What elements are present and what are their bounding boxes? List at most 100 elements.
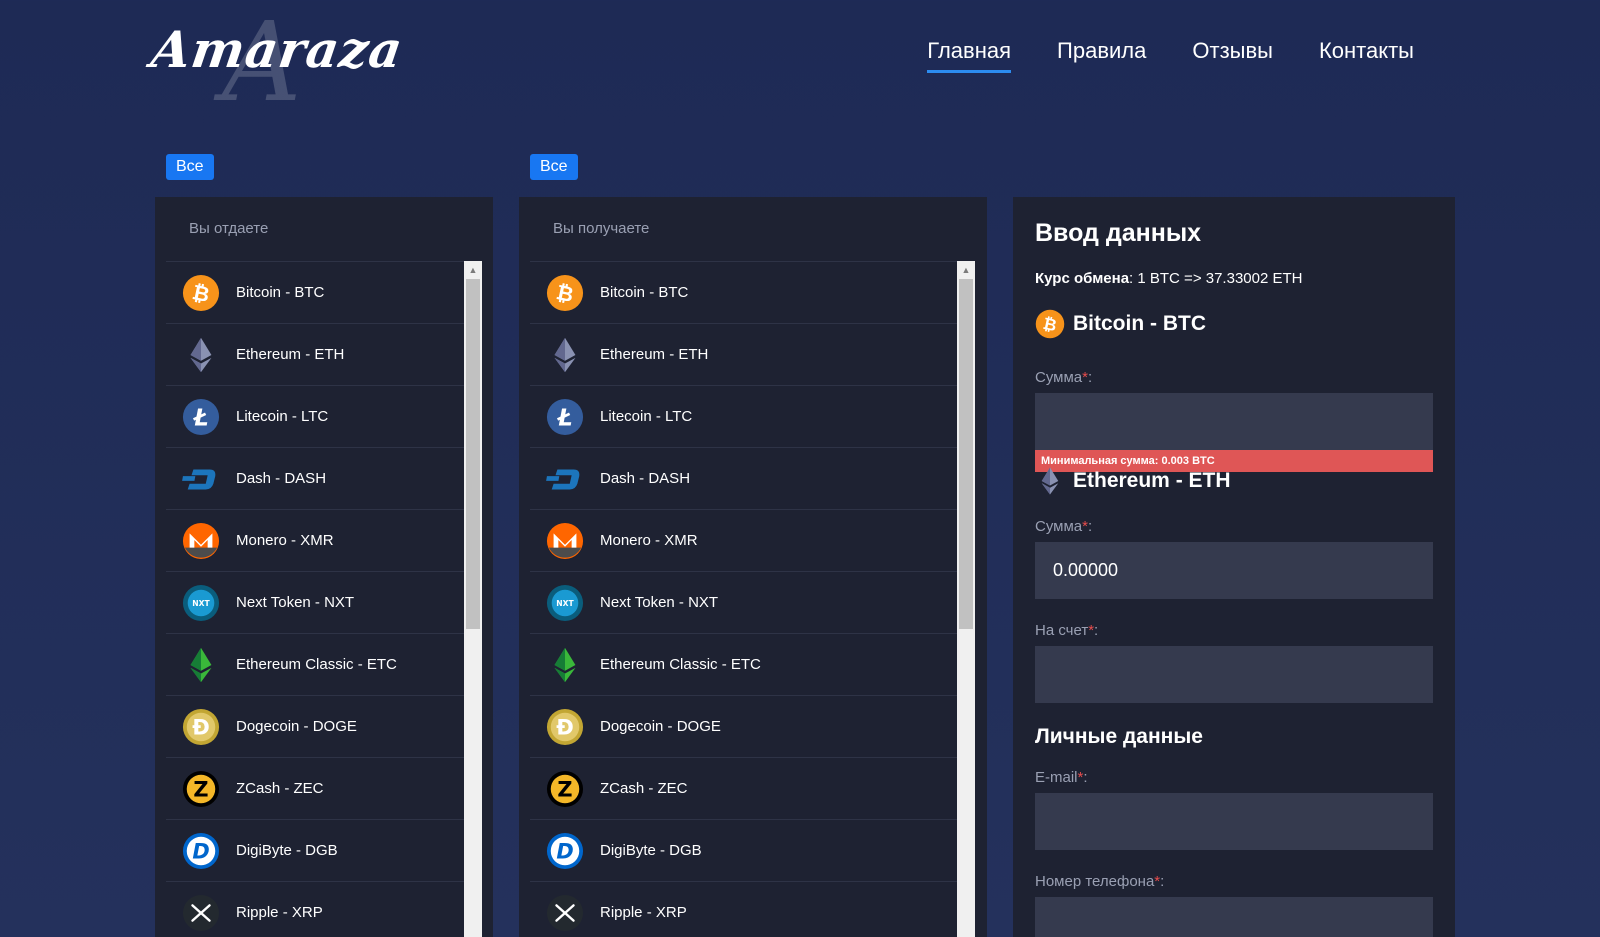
give-currency-item[interactable]: Ethereum - ETH (166, 323, 464, 385)
currency-name: Ethereum - ETH (236, 346, 345, 363)
receive-currency-item[interactable]: Dash - DASH (530, 447, 957, 509)
receive-currency-item[interactable]: Z ZCash - ZEC (530, 757, 957, 819)
nav-item-reviews[interactable]: Отзывы (1192, 38, 1273, 73)
currency-name: ZCash - ZEC (236, 780, 324, 797)
scroll-up-icon[interactable]: ▲ (464, 261, 482, 279)
dogecoin-icon: Ð (546, 708, 584, 746)
currency-name: Dash - DASH (600, 470, 691, 487)
give-currency-item[interactable]: NXT Next Token - NXT (166, 571, 464, 633)
svg-text:Ł: Ł (192, 405, 208, 431)
give-filter-all-button[interactable]: Все (166, 154, 214, 180)
receive-currency-item[interactable]: Ethereum Classic - ETC (530, 633, 957, 695)
give-currency-item[interactable]: ₿ Bitcoin - BTC (166, 261, 464, 323)
zcash-icon: Z (182, 770, 220, 808)
give-scroll-thumb[interactable] (466, 279, 480, 629)
bitcoin-icon: ₿ (1035, 309, 1065, 339)
scroll-up-icon[interactable]: ▲ (957, 261, 975, 279)
receive-coin-heading: Ethereum - ETH (1035, 466, 1433, 496)
label-colon: : (1087, 369, 1093, 386)
svg-text:Ð: Ð (192, 715, 210, 739)
litecoin-icon: Ł (546, 398, 584, 436)
account-input[interactable] (1035, 646, 1433, 703)
receive-amount-input[interactable] (1035, 542, 1433, 599)
litecoin-icon: Ł (182, 398, 220, 436)
give-currency-item[interactable]: Monero - XMR (166, 509, 464, 571)
receive-currency-item[interactable]: Monero - XMR (530, 509, 957, 571)
receive-list-scrollbar[interactable]: ▲ (957, 261, 975, 937)
exchange-rate-value: : 1 BTC => 37.33002 ETH (1129, 270, 1303, 287)
logo-text: Amaraza (147, 20, 407, 79)
label-colon: : (1083, 769, 1088, 786)
give-amount-label: Сумма*: (1035, 369, 1433, 386)
zcash-icon: Z (546, 770, 584, 808)
currency-name: Ripple - XRP (600, 904, 687, 921)
email-input[interactable] (1035, 793, 1433, 850)
receive-filter-all-button[interactable]: Все (530, 154, 578, 180)
main-nav: Главная Правила Отзывы Контакты (927, 38, 1414, 73)
give-currency-item[interactable]: D DigiByte - DGB (166, 819, 464, 881)
currency-name: DigiByte - DGB (600, 842, 702, 859)
give-coin-name: Bitcoin - BTC (1073, 312, 1206, 335)
give-currency-list: ₿ Bitcoin - BTC Ethereum - ETH Ł Litecoin - … (166, 261, 464, 937)
receive-currency-item[interactable]: Ethereum - ETH (530, 323, 957, 385)
receive-currency-item[interactable]: Ripple - XRP (530, 881, 957, 937)
label-colon: : (1160, 873, 1165, 890)
receive-currency-list: ₿ Bitcoin - BTC Ethereum - ETH Ł Litecoin - … (530, 261, 957, 937)
exchange-rate-label: Курс обмена (1035, 270, 1130, 287)
nav-item-rules[interactable]: Правила (1057, 38, 1146, 73)
digibyte-icon: D (182, 832, 220, 870)
monero-icon (182, 522, 220, 560)
site-logo[interactable]: A Amaraza (148, 0, 407, 126)
give-currency-item[interactable]: Dash - DASH (166, 447, 464, 509)
receive-scroll-thumb[interactable] (959, 279, 973, 629)
receive-currency-item[interactable]: ₿ Bitcoin - BTC (530, 261, 957, 323)
email-label-text: E-mail (1035, 769, 1078, 786)
dash-icon (182, 460, 220, 498)
give-currency-item[interactable]: Z ZCash - ZEC (166, 757, 464, 819)
svg-text:Z: Z (557, 777, 572, 801)
give-currency-item[interactable]: Ð Dogecoin - DOGE (166, 695, 464, 757)
label-colon: : (1087, 518, 1093, 535)
give-currency-item[interactable]: Ripple - XRP (166, 881, 464, 937)
currency-name: Next Token - NXT (236, 594, 355, 611)
currency-name: Next Token - NXT (600, 594, 719, 611)
ethereum-classic-icon (546, 646, 584, 684)
currency-name: Dogecoin - DOGE (600, 718, 721, 735)
receive-currency-item[interactable]: D DigiByte - DGB (530, 819, 957, 881)
give-amount-label-text: Сумма (1035, 369, 1083, 386)
digibyte-icon: D (546, 832, 584, 870)
give-amount-input[interactable] (1035, 393, 1433, 450)
account-label-text: На счет (1035, 622, 1089, 639)
give-currency-panel: Вы отдаете ₿ Bitcoin - BTC Ethereum - ETH Ł… (155, 197, 493, 937)
email-label: E-mail*: (1035, 769, 1433, 786)
phone-label: Номер телефона*: (1035, 873, 1433, 890)
receive-currency-panel: Вы получаете ₿ Bitcoin - BTC Ethereum - ET… (519, 197, 987, 937)
label-colon: : (1094, 622, 1099, 639)
currency-name: Ethereum - ETH (600, 346, 709, 363)
receive-currency-item[interactable]: Ð Dogecoin - DOGE (530, 695, 957, 757)
exchange-rate: Курс обмена: 1 BTC => 37.33002 ETH (1035, 270, 1433, 287)
phone-label-text: Номер телефона (1035, 873, 1155, 890)
give-list-scrollbar[interactable]: ▲ (464, 261, 482, 937)
svg-text:Ł: Ł (556, 405, 572, 431)
svg-text:NXT: NXT (192, 598, 210, 607)
receive-currency-item[interactable]: NXT Next Token - NXT (530, 571, 957, 633)
give-currency-list-wrap: ₿ Bitcoin - BTC Ethereum - ETH Ł Litecoin - … (166, 261, 464, 937)
currency-name: Ethereum Classic - ETC (236, 656, 397, 673)
currency-name: DigiByte - DGB (236, 842, 338, 859)
nav-item-contacts[interactable]: Контакты (1319, 38, 1414, 73)
receive-panel-heading: Вы получаете (553, 220, 650, 237)
account-label: На счет*: (1035, 622, 1433, 639)
nxt-icon: NXT (546, 584, 584, 622)
give-currency-item[interactable]: Ethereum Classic - ETC (166, 633, 464, 695)
give-currency-item[interactable]: Ł Litecoin - LTC (166, 385, 464, 447)
nav-item-home[interactable]: Главная (927, 38, 1012, 73)
dogecoin-icon: Ð (182, 708, 220, 746)
svg-text:D: D (556, 839, 573, 863)
bitcoin-icon: ₿ (182, 274, 220, 312)
currency-name: Litecoin - LTC (600, 408, 693, 425)
bitcoin-icon: ₿ (546, 274, 584, 312)
receive-currency-item[interactable]: Ł Litecoin - LTC (530, 385, 957, 447)
receive-amount-label-text: Сумма (1035, 518, 1083, 535)
ripple-icon (182, 894, 220, 932)
